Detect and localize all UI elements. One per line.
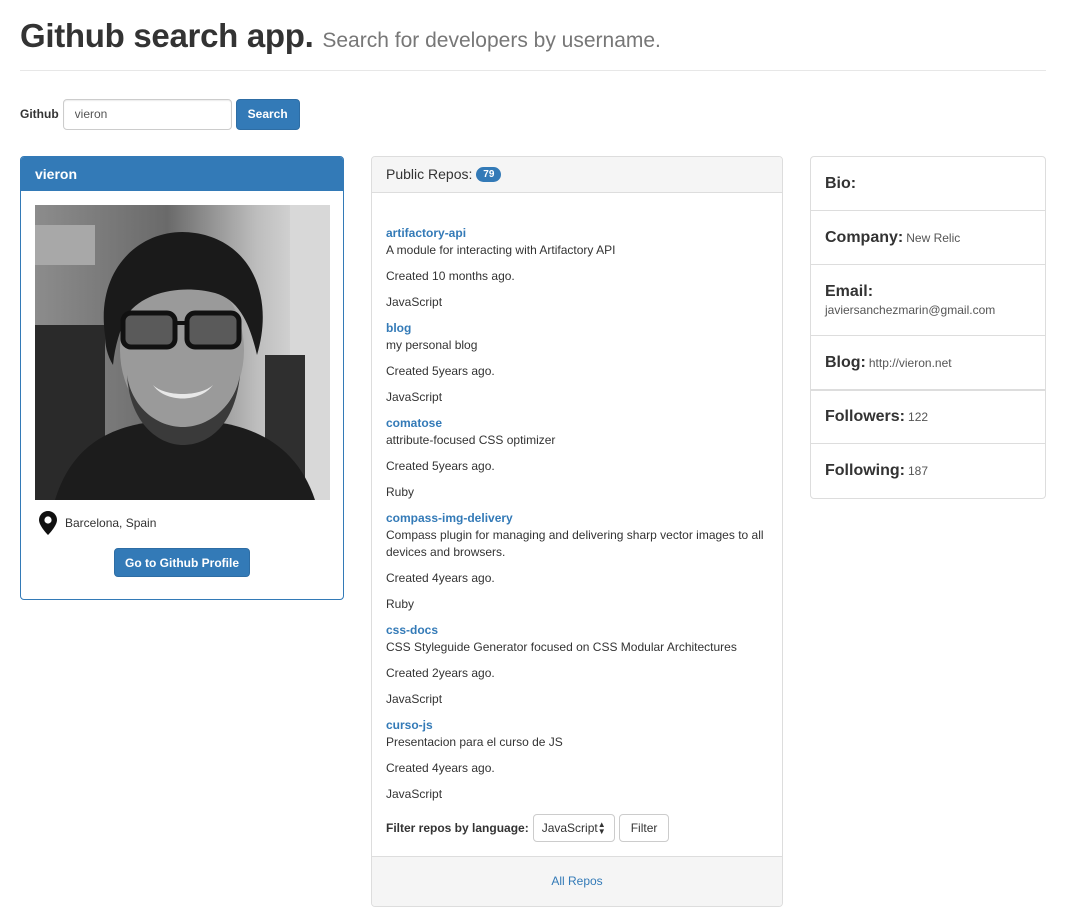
- email-value: javiersanchezmarin@gmail.com: [825, 303, 996, 317]
- repo-name-link[interactable]: curso-js: [386, 717, 766, 734]
- repo-language: JavaScript: [386, 295, 443, 309]
- repo-created: Created 5years ago.: [386, 364, 495, 378]
- select-arrows-icon: ▲ ▼: [597, 820, 606, 836]
- language-select-value: JavaScript: [541, 821, 598, 835]
- bio-label: Bio:: [825, 174, 857, 192]
- search-label: Github: [20, 107, 59, 121]
- app-title: Github search app.: [20, 17, 314, 54]
- avatar: [35, 205, 330, 500]
- repo-item: artifactory-api A module for interacting …: [386, 225, 766, 311]
- location: Barcelona, Spain: [39, 511, 156, 535]
- repos-heading: Public Repos: 79: [372, 157, 782, 193]
- repo-description: A module for interacting with Artifactor…: [386, 243, 616, 257]
- repo-item: curso-js Presentacion para el curso de JS…: [386, 717, 766, 803]
- filter-label: Filter repos by language:: [386, 821, 529, 835]
- page-header: Github search app. Search for developers…: [20, 14, 1046, 71]
- repo-name-link[interactable]: blog: [386, 320, 766, 337]
- page-title: Github search app. Search for developers…: [20, 14, 1046, 63]
- map-marker-icon: [39, 511, 57, 535]
- company-label: Company:: [825, 228, 904, 246]
- search-button[interactable]: Search: [235, 98, 300, 130]
- repo-description: Presentacion para el curso de JS: [386, 735, 563, 749]
- all-repos-link[interactable]: All Repos: [551, 874, 602, 888]
- repos-count-badge: 79: [476, 166, 502, 182]
- profile-username: vieron: [21, 157, 343, 191]
- repo-language: JavaScript: [386, 692, 443, 706]
- repo-created: Created 2years ago.: [386, 666, 495, 680]
- info-panel: Bio: Company: New Relic Email: javiersan…: [810, 156, 1046, 499]
- blog-row: Blog: http://vieron.net: [811, 336, 1045, 390]
- following-row: Following: 187: [811, 444, 1045, 498]
- followers-row: Followers: 122: [811, 390, 1045, 444]
- repos-heading-label: Public Repos:: [386, 166, 473, 182]
- repo-language: Ruby: [386, 485, 415, 499]
- repo-language: Ruby: [386, 597, 415, 611]
- bio-row: Bio:: [811, 157, 1045, 211]
- repo-description: CSS Styleguide Generator focused on CSS …: [386, 640, 737, 654]
- repo-name-link[interactable]: css-docs: [386, 622, 766, 639]
- repo-description: attribute-focused CSS optimizer: [386, 433, 556, 447]
- repo-item: blog my personal blog Created 5years ago. J…: [386, 320, 766, 406]
- followers-value: 122: [908, 410, 929, 424]
- repo-created: Created 4years ago.: [386, 761, 495, 775]
- repos-list: artifactory-api A module for interacting …: [386, 225, 766, 803]
- repo-language: JavaScript: [386, 390, 443, 404]
- company-row: Company: New Relic: [811, 211, 1045, 265]
- repo-name-link[interactable]: comatose: [386, 415, 766, 432]
- repo-name-link[interactable]: compass-img-delivery: [386, 510, 766, 527]
- email-label: Email:: [825, 283, 874, 300]
- repo-created: Created 10 months ago.: [386, 269, 515, 283]
- app-subtitle: Search for developers by username.: [322, 29, 661, 52]
- repo-description: Compass plugin for managing and deliveri…: [386, 528, 764, 559]
- blog-label: Blog:: [825, 353, 866, 371]
- profile-panel: vieron Barcelona, Spain Go to Github Pro…: [20, 156, 344, 600]
- search-form: Github Search: [20, 98, 300, 130]
- repo-name-link[interactable]: artifactory-api: [386, 225, 766, 242]
- following-value: 187: [907, 464, 929, 478]
- repo-created: Created 4years ago.: [386, 571, 495, 585]
- repo-item: comatose attribute-focused CSS optimizer C…: [386, 415, 766, 501]
- repo-item: css-docs CSS Styleguide Generator focused…: [386, 622, 766, 708]
- filter-button[interactable]: Filter: [618, 814, 670, 842]
- following-label: Following:: [825, 462, 905, 479]
- company-value: New Relic: [906, 230, 961, 245]
- repo-description: my personal blog: [386, 338, 478, 352]
- repo-item: compass-img-delivery Compass plugin for m…: [386, 510, 766, 613]
- email-row: Email: javiersanchezmarin@gmail.com: [811, 265, 1045, 336]
- repo-created: Created 5years ago.: [386, 459, 495, 473]
- search-input[interactable]: [62, 98, 232, 130]
- language-select[interactable]: JavaScript ▲ ▼: [532, 814, 615, 842]
- repo-language: JavaScript: [386, 787, 443, 801]
- repos-footer: All Repos: [372, 856, 782, 906]
- followers-label: Followers:: [825, 408, 906, 425]
- repos-panel: Public Repos: 79 artifactory-api A module…: [371, 156, 783, 907]
- location-text: Barcelona, Spain: [65, 516, 157, 530]
- blog-value: http://vieron.net: [868, 355, 952, 370]
- filter-row: Filter repos by language: JavaScript ▲ ▼ …: [386, 813, 670, 843]
- github-profile-button[interactable]: Go to Github Profile: [114, 548, 250, 577]
